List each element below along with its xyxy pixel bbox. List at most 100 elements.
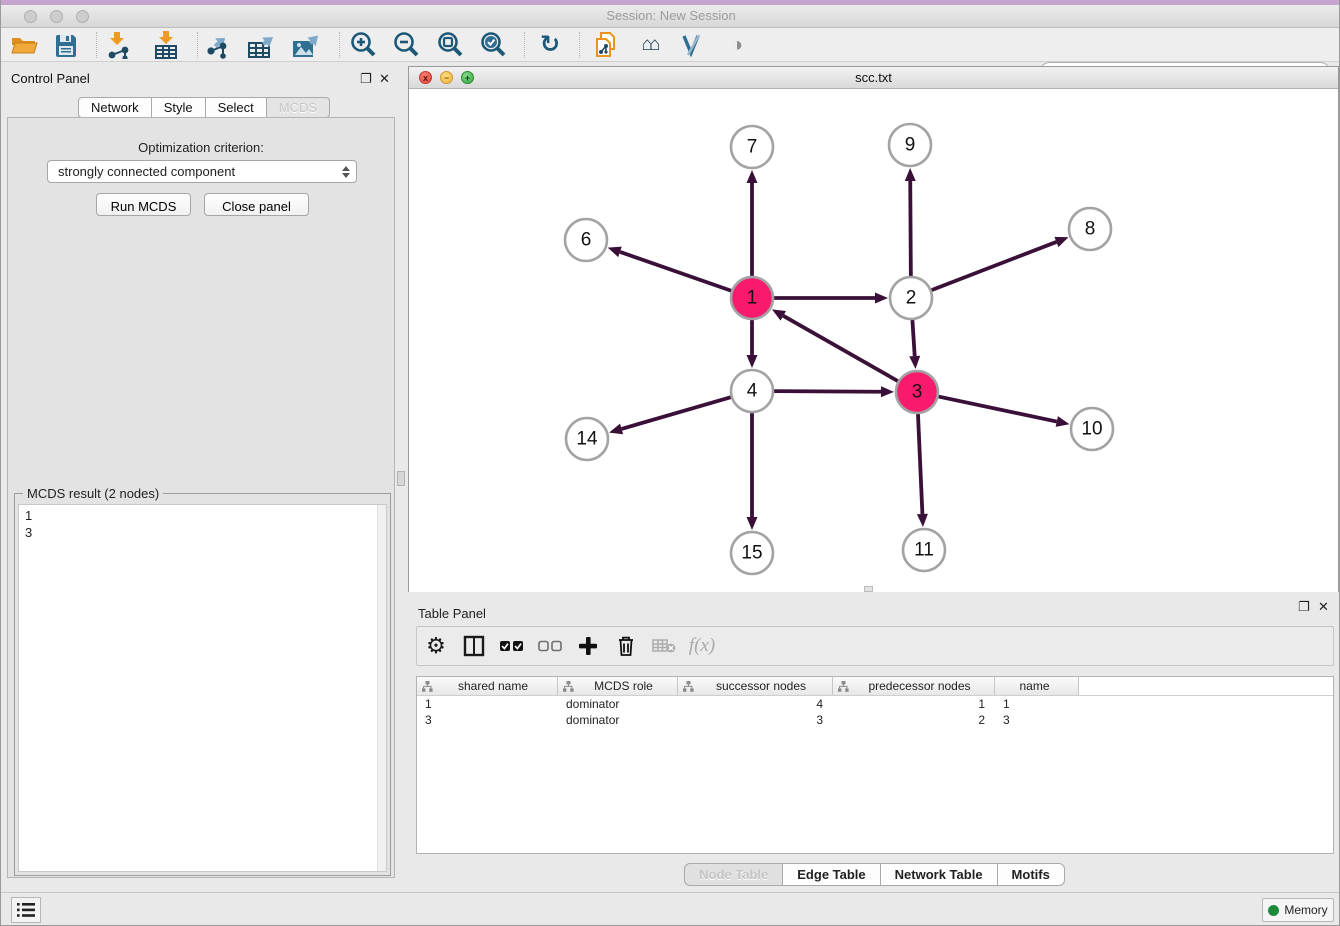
import-table-button[interactable]: [149, 31, 183, 59]
table-settings-button[interactable]: ⚙: [417, 629, 455, 663]
run-mcds-button[interactable]: Run MCDS: [96, 193, 191, 216]
arrowhead-icon: [1056, 416, 1070, 427]
arrowhead-icon: [747, 170, 758, 183]
memory-status-icon: [1268, 905, 1279, 916]
table-panel-float-button[interactable]: ❐: [1298, 600, 1310, 614]
node-label: 15: [741, 543, 762, 564]
memory-button[interactable]: Memory: [1262, 898, 1334, 922]
create-column-button[interactable]: [569, 629, 607, 663]
home-icon: ⌂⌂: [642, 34, 657, 56]
tab-network[interactable]: Network: [78, 97, 152, 118]
tab-motifs[interactable]: Motifs: [998, 863, 1065, 886]
network-resize-grip[interactable]: [864, 586, 873, 592]
table-panel-title: Table Panel: [418, 606, 486, 621]
function-builder-button[interactable]: f(x): [683, 629, 721, 663]
result-scrollbar[interactable]: [377, 505, 386, 871]
zoom-out-button[interactable]: [389, 31, 423, 59]
column-header-mcds-role[interactable]: MCDS role: [558, 677, 678, 695]
tab-style[interactable]: Style: [152, 97, 206, 118]
open-session-button[interactable]: [7, 31, 41, 59]
clone-network-button[interactable]: [589, 31, 623, 59]
mcds-result-textarea[interactable]: 1 3: [18, 504, 387, 872]
tab-edge-table[interactable]: Edge Table: [783, 863, 880, 886]
status-bar: Memory: [1, 892, 1340, 926]
import-network-button[interactable]: [102, 31, 136, 59]
zoom-in-button[interactable]: [346, 31, 380, 59]
toolbar-separator: [197, 32, 198, 58]
node-label: 7: [747, 137, 758, 158]
column-header-predecessor-nodes[interactable]: predecessor nodes: [833, 677, 995, 695]
panel-splitter-grip[interactable]: [397, 471, 405, 486]
optimization-criterion-select[interactable]: strongly connected component: [47, 160, 357, 183]
edge-3-10[interactable]: [939, 397, 1057, 422]
tab-network-table[interactable]: Network Table: [881, 863, 998, 886]
toolbar-separator: [524, 32, 525, 58]
close-panel-button[interactable]: Close panel: [204, 193, 309, 216]
open-folder-icon: [10, 33, 38, 57]
unselect-all-columns-button[interactable]: [531, 629, 569, 663]
task-history-button[interactable]: [11, 897, 41, 923]
network-window-titlebar[interactable]: x − + scc.txt: [409, 67, 1338, 89]
edge-2-9[interactable]: [910, 181, 911, 276]
arrowhead-icon: [909, 356, 920, 369]
network-graph: 7968124314101511: [409, 89, 1338, 592]
zoom-fit-button[interactable]: [433, 31, 467, 59]
half-circle-icon: ◑: [731, 34, 743, 57]
fx-icon: f(x): [689, 635, 715, 657]
toolbar-separator: [339, 32, 340, 58]
save-session-button[interactable]: [49, 31, 83, 59]
arrowhead-icon: [1054, 237, 1068, 247]
table-header-row: shared name MCDS role successor nodes pr…: [417, 677, 1333, 696]
refresh-icon: ↻: [540, 35, 560, 55]
edge-1-6[interactable]: [620, 252, 731, 291]
edge-3-11[interactable]: [918, 414, 922, 514]
vizmapper-button[interactable]: [675, 31, 709, 59]
titlebar[interactable]: Session: New Session: [1, 5, 1340, 28]
export-image-button[interactable]: [289, 31, 323, 59]
table-panel: Table Panel ⚙ f(x): [408, 596, 1340, 892]
delete-column-button[interactable]: [607, 629, 645, 663]
table-panel-close-button[interactable]: ✕: [1318, 600, 1329, 614]
node-label: 4: [747, 381, 758, 402]
zoom-selected-button[interactable]: [476, 31, 510, 59]
arrowhead-icon: [608, 247, 622, 257]
network-canvas[interactable]: 7968124314101511: [409, 89, 1338, 592]
node-label: 1: [747, 288, 758, 309]
control-panel-close-button[interactable]: ✕: [379, 72, 390, 86]
show-hide-button[interactable]: ◑: [720, 31, 754, 59]
mcds-result-title: MCDS result (2 nodes): [23, 486, 163, 501]
checked-boxes-icon: [500, 640, 524, 652]
node-table: shared name MCDS role successor nodes pr…: [416, 676, 1334, 854]
select-all-columns-button[interactable]: [493, 629, 531, 663]
edge-2-8[interactable]: [932, 242, 1057, 290]
tab-select[interactable]: Select: [206, 97, 267, 118]
column-header-name[interactable]: name: [995, 677, 1079, 695]
tab-mcds[interactable]: MCDS: [267, 97, 330, 118]
select-stepper-icon: [342, 166, 350, 178]
mcds-result-text: 1 3: [25, 507, 32, 541]
window-title: Session: New Session: [1, 8, 1340, 23]
delete-table-button[interactable]: [645, 629, 683, 663]
edge-4-3[interactable]: [774, 391, 881, 392]
export-network-button[interactable]: [202, 31, 236, 59]
hierarchy-icon: [563, 681, 574, 692]
refresh-button[interactable]: ↻: [533, 31, 567, 59]
import-network-icon: [106, 31, 132, 59]
home-layout-button[interactable]: ⌂⌂: [632, 31, 666, 59]
table-row[interactable]: 3dominator323: [417, 712, 1333, 728]
tab-node-table[interactable]: Node Table: [684, 863, 783, 886]
export-table-button[interactable]: [245, 31, 279, 59]
show-columns-button[interactable]: [455, 629, 493, 663]
edge-4-14[interactable]: [622, 397, 731, 429]
edge-3-1[interactable]: [783, 316, 898, 381]
delete-table-icon: [652, 638, 676, 654]
column-header-shared-name[interactable]: shared name: [417, 677, 558, 695]
control-panel-float-button[interactable]: ❐: [360, 72, 372, 86]
table-cell: 3: [678, 712, 833, 728]
trash-icon: [616, 635, 636, 657]
node-table-body: 1dominator4113dominator323: [417, 696, 1333, 728]
network-view-window: x − + scc.txt 7968124314101511: [408, 66, 1339, 592]
table-row[interactable]: 1dominator411: [417, 696, 1333, 712]
edge-2-3[interactable]: [912, 320, 914, 356]
column-header-successor-nodes[interactable]: successor nodes: [678, 677, 833, 695]
